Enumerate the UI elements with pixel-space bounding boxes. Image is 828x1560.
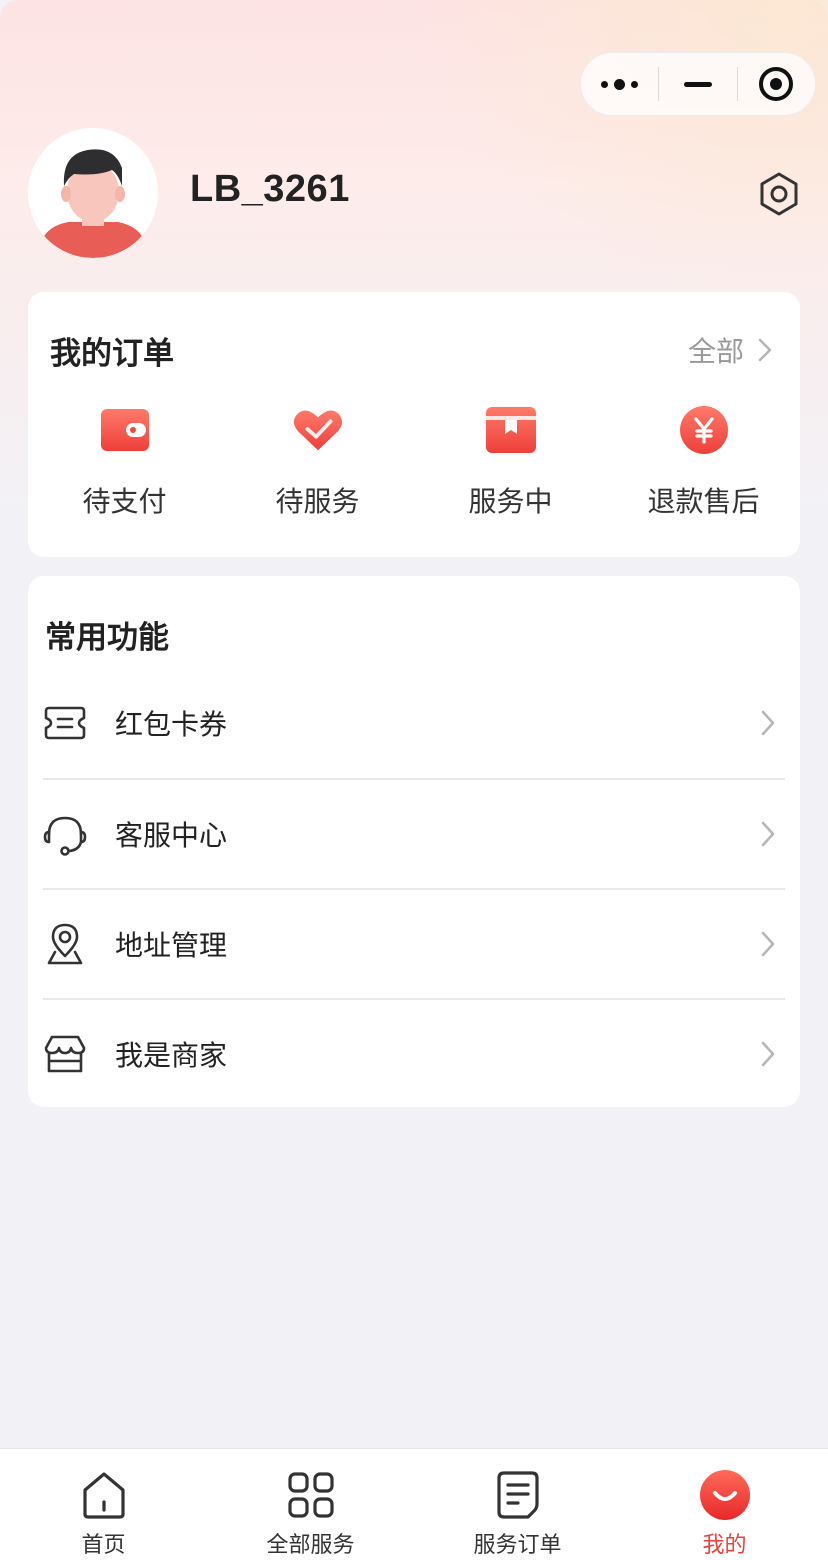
yen-icon (678, 404, 730, 456)
customer-service-row[interactable]: 客服中心 (43, 778, 785, 888)
address-management-row[interactable]: 地址管理 (43, 888, 785, 998)
order-item-label: 退款售后 (647, 485, 760, 518)
order-in-service[interactable]: 服务中 (414, 404, 607, 520)
chevron-right-icon (761, 1041, 775, 1067)
merchant-row[interactable]: 我是商家 (43, 998, 785, 1108)
my-orders-card: 我的订单 全部 待支付 待服务 服务中 退款售后 (28, 292, 800, 557)
chevron-right-icon (761, 821, 775, 847)
profile-icon (699, 1469, 751, 1521)
coupons-row[interactable]: 红包卡券 (43, 668, 785, 778)
wallet-icon (99, 404, 151, 456)
document-icon (492, 1469, 544, 1521)
view-all-orders-link[interactable]: 全部 (688, 330, 772, 370)
order-refund-aftersales[interactable]: 退款售后 (607, 404, 800, 520)
close-miniprogram-button[interactable] (738, 52, 815, 116)
order-pending-service[interactable]: 待服务 (221, 404, 414, 520)
location-icon (43, 922, 87, 966)
settings-hexagon-icon (760, 172, 798, 216)
miniprogram-capsule (580, 52, 816, 116)
tab-mine[interactable]: 我的 (621, 1449, 828, 1560)
box-icon (485, 404, 537, 456)
order-item-label: 待支付 (82, 485, 167, 518)
order-pending-payment[interactable]: 待支付 (28, 404, 221, 520)
tab-home[interactable]: 首页 (0, 1449, 207, 1560)
bottom-tab-bar: 首页 全部服务 服务订单 我的 (0, 1448, 828, 1560)
tab-service-orders[interactable]: 服务订单 (414, 1449, 621, 1560)
minimize-icon (684, 81, 712, 87)
more-dots-icon (601, 78, 639, 90)
order-item-label: 待服务 (275, 485, 360, 518)
coupon-icon (43, 701, 87, 745)
heart-icon (292, 404, 344, 456)
home-icon (78, 1469, 130, 1521)
function-label: 地址管理 (115, 929, 228, 962)
functions-title: 常用功能 (45, 620, 169, 656)
store-icon (43, 1032, 87, 1076)
view-all-label: 全部 (687, 335, 744, 368)
chevron-right-icon (758, 338, 772, 362)
tab-all-services[interactable]: 全部服务 (207, 1449, 414, 1560)
tab-label: 我的 (702, 1533, 747, 1558)
tab-label: 首页 (81, 1533, 126, 1558)
tab-label: 服务订单 (473, 1533, 562, 1558)
settings-button[interactable] (756, 170, 802, 218)
avatar[interactable] (28, 128, 158, 258)
username: LB_3261 (190, 168, 350, 210)
order-item-label: 服务中 (468, 485, 553, 518)
function-label: 红包卡券 (115, 708, 228, 741)
orders-title: 我的订单 (50, 336, 174, 372)
tab-label: 全部服务 (266, 1533, 355, 1558)
function-label: 我是商家 (115, 1039, 228, 1072)
more-options-button[interactable] (581, 52, 658, 116)
grid-icon (285, 1469, 337, 1521)
function-label: 客服中心 (115, 819, 228, 852)
target-icon (759, 67, 794, 101)
common-functions-card: 常用功能 红包卡券 客服中心 地址管理 我是商家 (28, 576, 800, 1107)
headset-icon (43, 812, 87, 856)
chevron-right-icon (761, 710, 775, 736)
chevron-right-icon (761, 931, 775, 957)
minimize-button[interactable] (659, 52, 736, 116)
